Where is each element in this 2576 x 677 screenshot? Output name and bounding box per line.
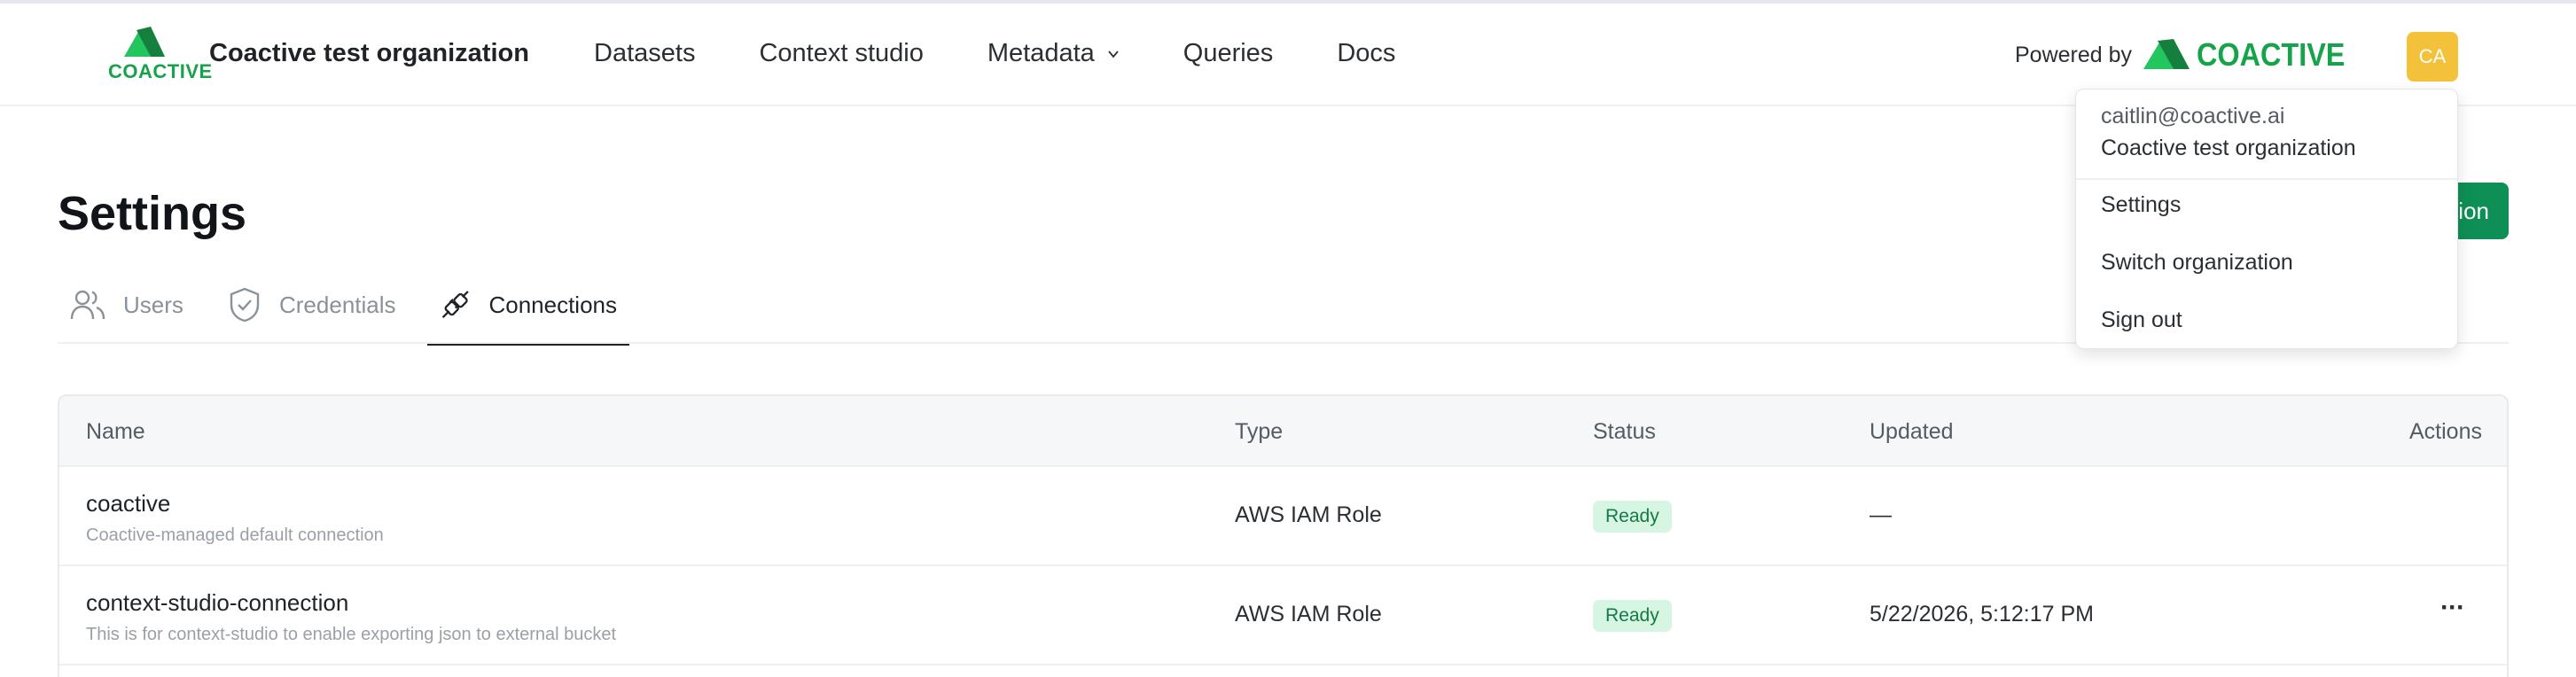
tab-credentials[interactable]: Credentials <box>228 266 396 344</box>
tab-label: Users <box>123 291 183 318</box>
nav-label: Metadata <box>987 39 1095 67</box>
connection-type: AWS IAM Role <box>1235 502 1382 527</box>
connection-description: This is for context-studio to enable exp… <box>86 625 617 644</box>
brand-logo[interactable]: COACTIVE <box>108 27 213 83</box>
menu-item-settings[interactable]: Settings <box>2101 192 2181 218</box>
user-email: caitlin@coactive.ai <box>2101 104 2285 128</box>
user-org-name: Coactive test organization <box>2101 136 2356 160</box>
coactive-logo-icon <box>124 27 165 57</box>
powered-by-logo: COACTIVE <box>2143 37 2345 73</box>
org-name[interactable]: Coactive test organization <box>209 39 529 68</box>
menu-item-switch-organization[interactable]: Switch organization <box>2101 250 2293 276</box>
connection-name: context-studio-connection <box>86 589 349 616</box>
column-header-actions: Actions <box>2409 419 2482 444</box>
tab-label: Credentials <box>279 291 396 318</box>
users-icon <box>70 290 105 320</box>
connection-updated: — <box>1870 502 1892 527</box>
nav-label: Docs <box>1337 39 1396 67</box>
nav-docs[interactable]: Docs <box>1337 39 1395 68</box>
coactive-logo-icon <box>2143 39 2190 69</box>
connection-type: AWS IAM Role <box>1235 602 1382 626</box>
brand-wordmark: COACTIVE <box>108 60 213 82</box>
status-badge: Ready <box>1593 600 1672 632</box>
powered-by-label: Powered by <box>2015 43 2133 67</box>
shield-check-icon <box>230 287 260 323</box>
powered-by-wordmark: COACTIVE <box>2197 36 2346 73</box>
plug-icon <box>441 291 469 318</box>
column-header-status: Status <box>1593 419 1656 444</box>
connection-description: Coactive-managed default connection <box>86 525 384 545</box>
connection-updated: 5/22/2026, 5:12:17 PM <box>1870 602 2094 626</box>
column-header-updated: Updated <box>1870 419 1954 444</box>
tab-users[interactable]: Users <box>70 266 183 344</box>
menu-divider <box>2076 178 2457 180</box>
user-menu-dropdown: caitlin@coactive.ai Coactive test organi… <box>2075 89 2458 349</box>
connection-name: coactive <box>86 490 171 517</box>
nav-metadata[interactable]: Metadata <box>987 39 1120 68</box>
nav-label: Datasets <box>594 39 696 67</box>
nav-queries[interactable]: Queries <box>1183 39 1274 68</box>
nav-label: Context studio <box>759 39 924 67</box>
nav-label: Queries <box>1183 39 1274 67</box>
nav-context-studio[interactable]: Context studio <box>759 39 923 68</box>
table-header: Name Type Status Updated Actions <box>59 396 2507 467</box>
menu-item-sign-out[interactable]: Sign out <box>2101 307 2182 333</box>
table-row[interactable]: coactive Coactive-managed default connec… <box>59 467 2507 566</box>
more-horizontal-icon[interactable]: ··· <box>2440 593 2465 623</box>
column-header-name: Name <box>86 419 145 444</box>
main-nav: Datasets Context studio Metadata Queries… <box>594 39 1459 68</box>
tab-label: Connections <box>488 291 617 318</box>
page-title: Settings <box>58 187 247 240</box>
user-avatar[interactable]: CA <box>2407 32 2458 82</box>
status-badge: Ready <box>1593 501 1672 533</box>
chevron-down-icon <box>1108 50 1119 58</box>
nav-datasets[interactable]: Datasets <box>594 39 695 68</box>
column-header-type: Type <box>1235 419 1284 444</box>
table-row[interactable]: context-studio-connection This is for co… <box>59 566 2507 665</box>
tab-connections[interactable]: Connections <box>427 266 629 346</box>
connections-table: Name Type Status Updated Actions coactiv… <box>58 394 2509 677</box>
